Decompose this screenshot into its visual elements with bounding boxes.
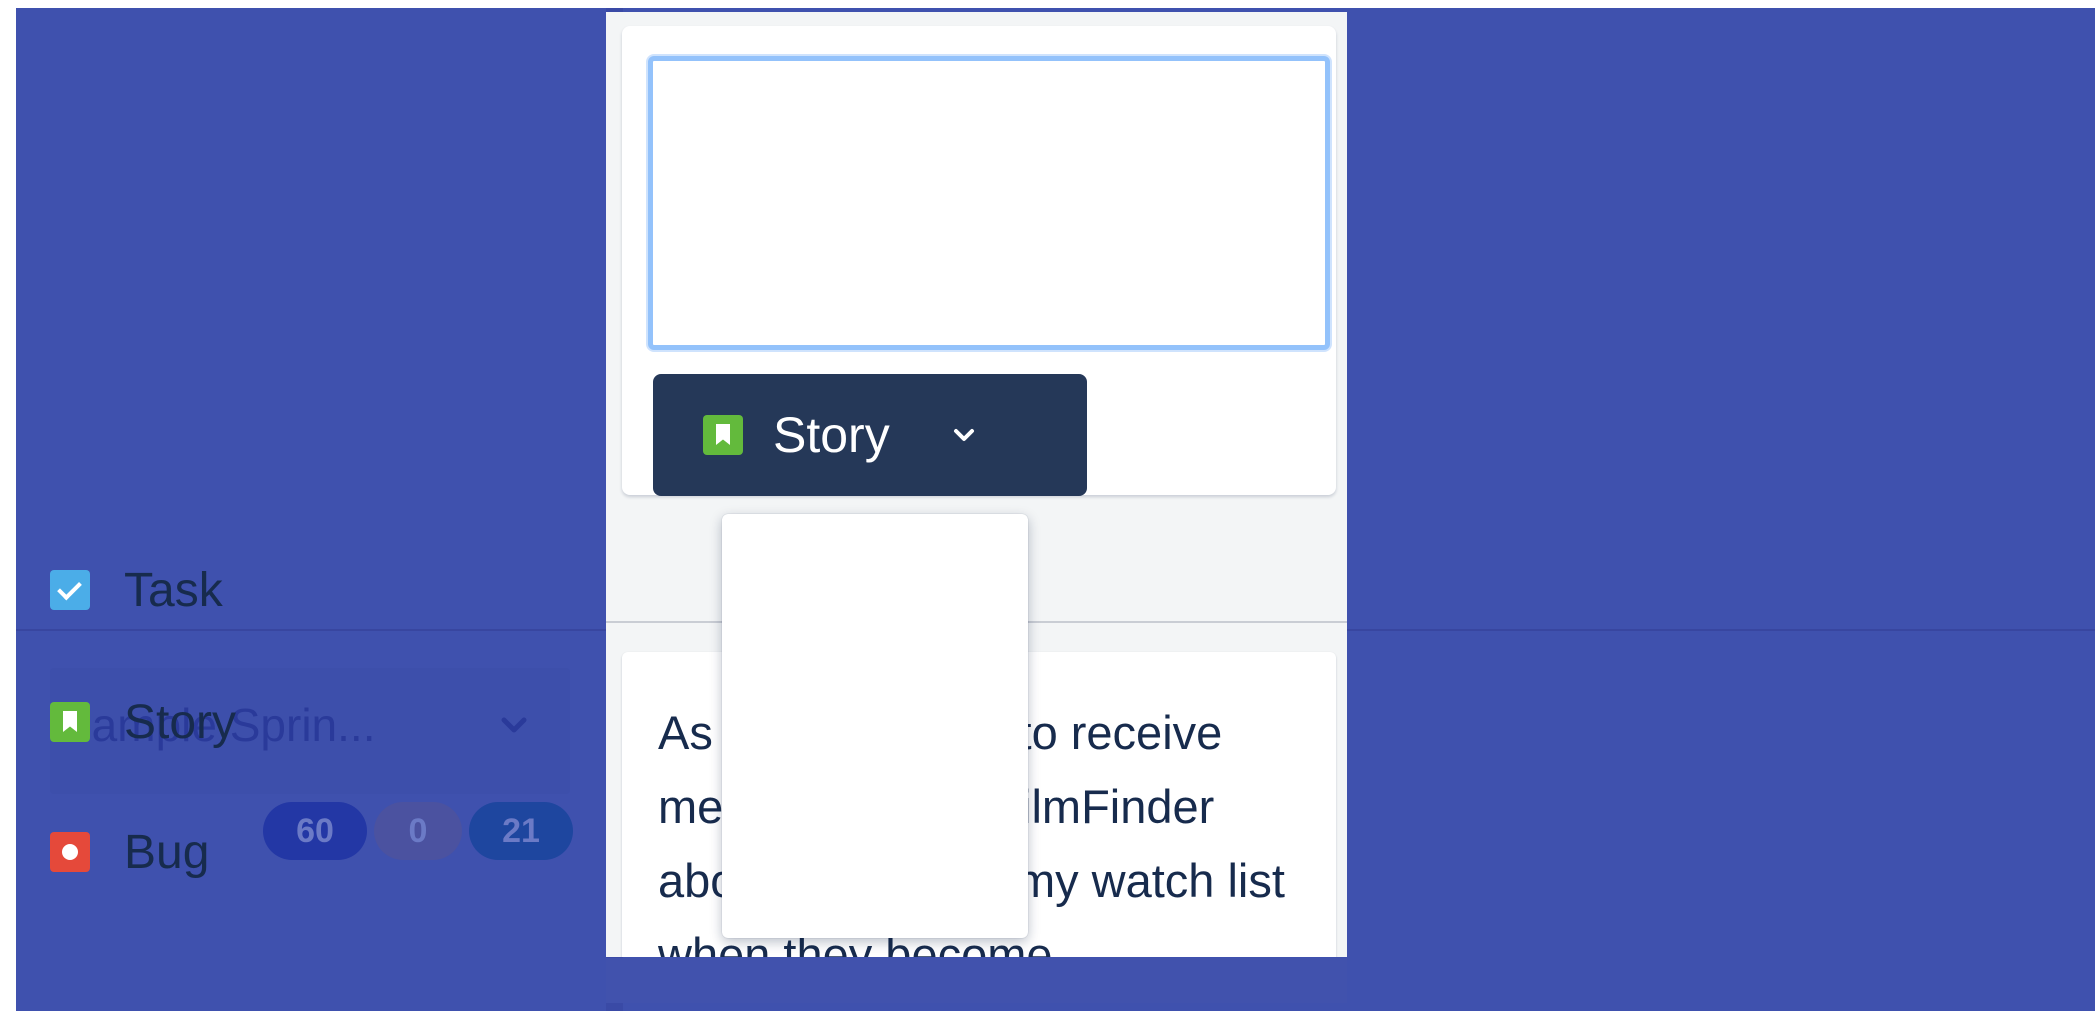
task-icon <box>50 570 90 610</box>
status-badge-done: 21 <box>469 802 573 860</box>
menu-item-bug[interactable]: Bug <box>50 822 209 882</box>
menu-item-label: Story <box>124 695 237 749</box>
story-icon <box>703 415 743 455</box>
issue-summary-input[interactable] <box>648 56 1330 350</box>
menu-item-task[interactable]: Task <box>50 560 223 620</box>
menu-item-label: Bug <box>124 825 210 879</box>
issue-type-select[interactable]: Story <box>653 374 1087 496</box>
story-icon <box>50 702 90 742</box>
status-badge-in-progress: 0 <box>374 802 462 860</box>
chevron-down-icon[interactable] <box>494 705 534 745</box>
create-issue-card: Story <box>622 26 1336 496</box>
chevron-down-icon <box>953 429 974 441</box>
board-footer <box>606 958 1347 1003</box>
menu-item-story[interactable]: Story <box>50 692 236 752</box>
issue-type-label: Story <box>773 407 890 463</box>
issue-type-menu <box>722 514 1028 938</box>
bug-icon <box>50 832 90 872</box>
menu-item-label: Task <box>124 563 223 617</box>
status-badge-todo: 60 <box>263 802 367 860</box>
